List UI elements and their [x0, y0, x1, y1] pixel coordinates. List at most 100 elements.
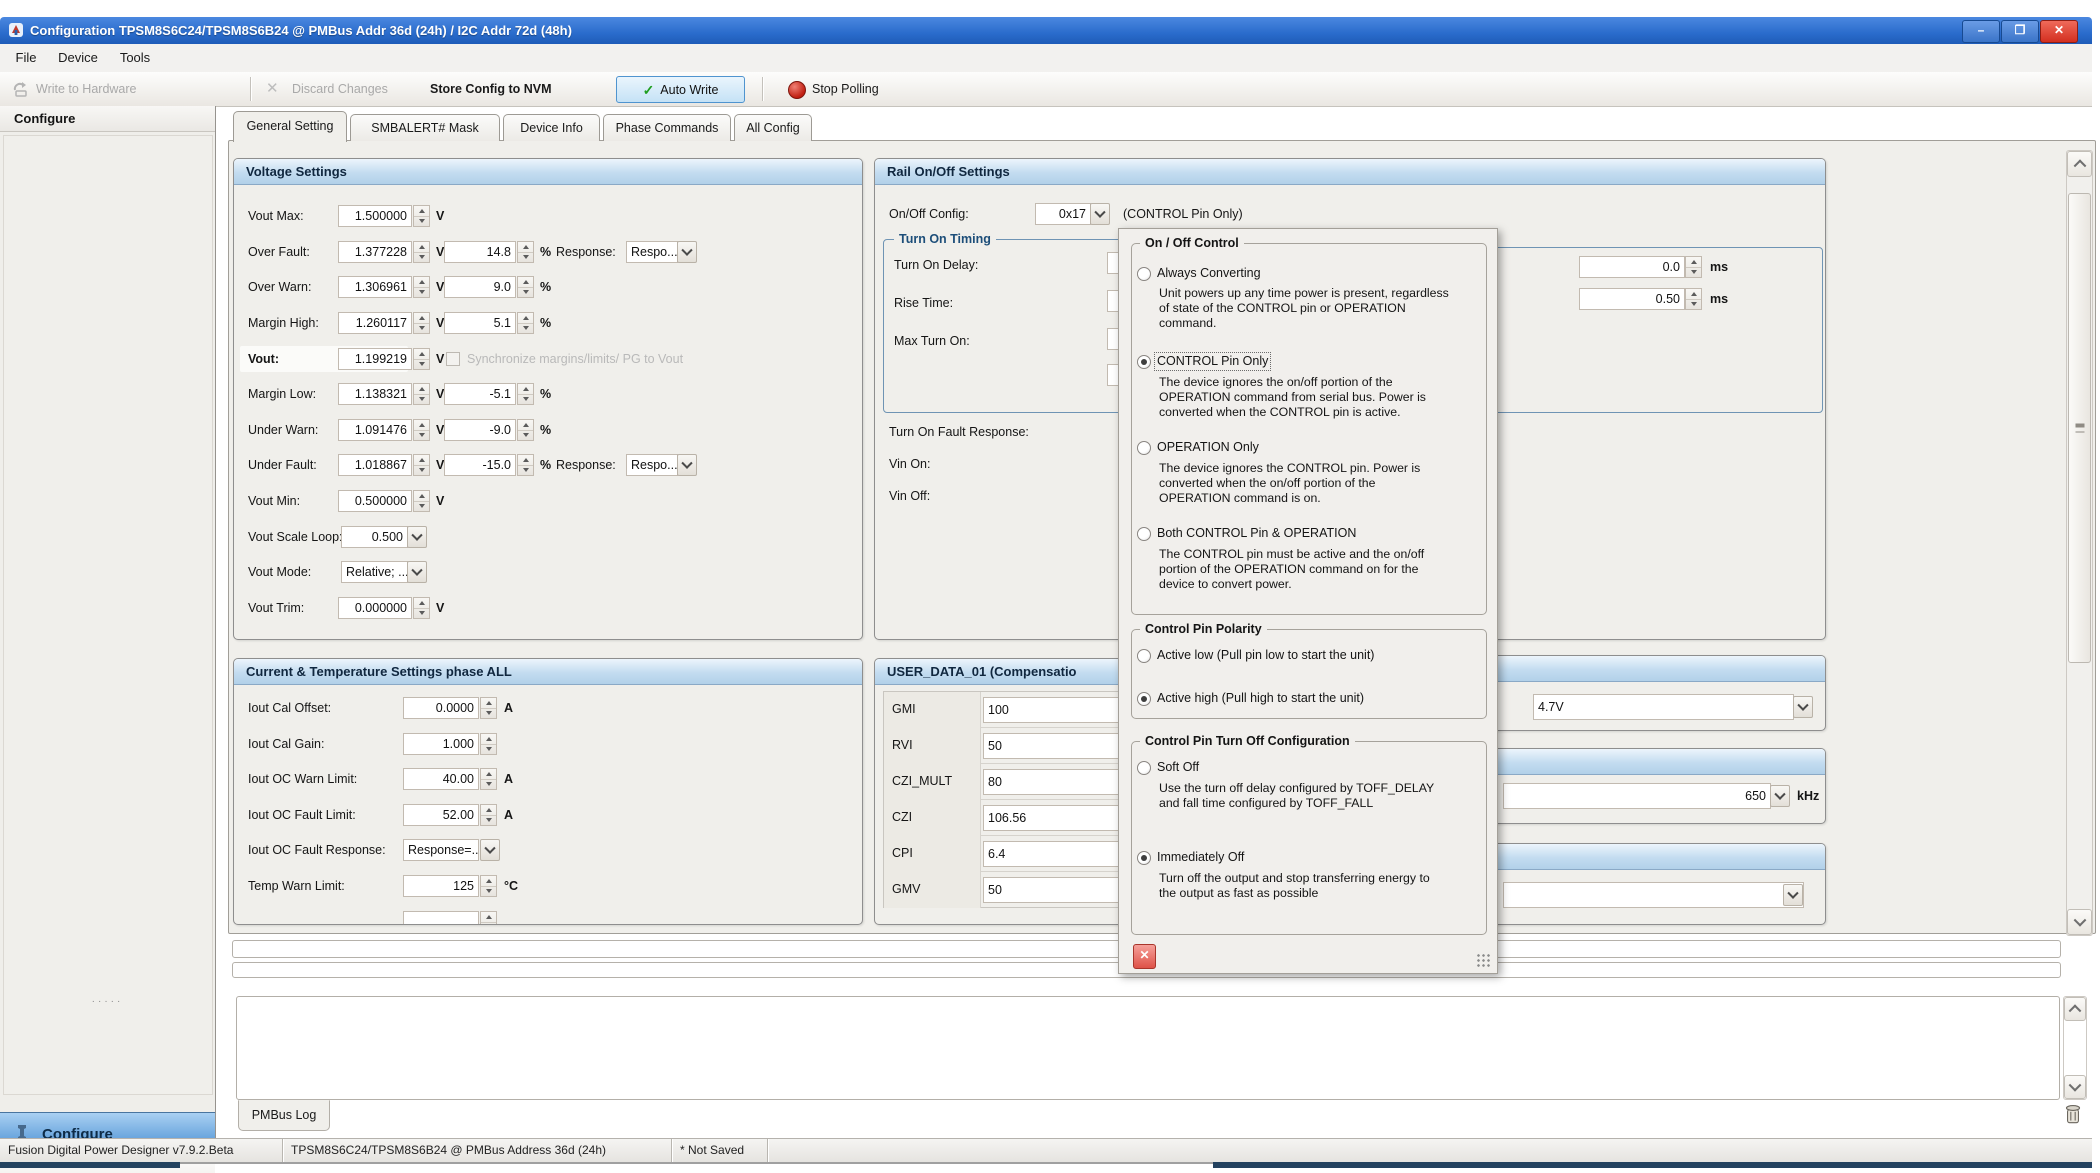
- dropdown-button[interactable]: [1783, 884, 1803, 906]
- under-fault-input[interactable]: 1.018867: [338, 454, 412, 476]
- spinner[interactable]: [413, 490, 430, 512]
- iout-cal-gain-input[interactable]: 1.000: [403, 733, 479, 755]
- log-scrollbar[interactable]: [2063, 996, 2087, 1100]
- iout-oc-fault-limit-input[interactable]: 52.00: [403, 804, 479, 826]
- scroll-up-button[interactable]: [2067, 151, 2092, 177]
- spinner[interactable]: [517, 312, 534, 334]
- radio-active-low[interactable]: [1137, 649, 1151, 663]
- iout-oc-fault-response-combo[interactable]: Response=...: [403, 839, 479, 861]
- store-config-to-nvm-button[interactable]: Store Config to NVM: [430, 72, 552, 106]
- vout-min-input[interactable]: 0.500000: [338, 490, 412, 512]
- pmbus-log-output[interactable]: [236, 996, 2060, 1100]
- vout-trim-input[interactable]: 0.000000: [338, 597, 412, 619]
- menu-device[interactable]: Device: [50, 44, 106, 72]
- option-label[interactable]: Immediately Off: [1157, 849, 1244, 866]
- spinner[interactable]: [480, 733, 497, 755]
- popup-close-button[interactable]: ✕: [1133, 944, 1156, 969]
- vin-combo[interactable]: 4.7V: [1533, 694, 1794, 720]
- dropdown-button[interactable]: [407, 526, 427, 548]
- spinner[interactable]: [517, 241, 534, 263]
- scroll-up-button[interactable]: [2064, 997, 2086, 1021]
- temp-warn-limit-input[interactable]: 125: [403, 875, 479, 897]
- spinner[interactable]: [480, 911, 497, 925]
- auto-write-button[interactable]: ✓ Auto Write: [616, 76, 745, 103]
- scroll-down-button[interactable]: [2067, 909, 2092, 935]
- radio-both-control-operation[interactable]: [1137, 527, 1151, 541]
- tab-device-info[interactable]: Device Info: [503, 114, 600, 141]
- spinner[interactable]: [517, 383, 534, 405]
- dropdown-button[interactable]: [407, 561, 427, 583]
- dropdown-button[interactable]: [480, 839, 500, 861]
- vout-mode-combo[interactable]: Relative; ...: [341, 561, 408, 583]
- spinner[interactable]: [517, 419, 534, 441]
- spinner[interactable]: [413, 454, 430, 476]
- menu-file[interactable]: File: [8, 44, 44, 72]
- spinner[interactable]: [413, 276, 430, 298]
- iout-cal-offset-input[interactable]: 0.0000: [403, 697, 479, 719]
- option-label[interactable]: Active high (Pull high to start the unit…: [1157, 690, 1364, 707]
- option-label[interactable]: Active low (Pull pin low to start the un…: [1157, 647, 1374, 664]
- under-fault-response-combo[interactable]: Respo...: [626, 454, 678, 476]
- stop-polling-button[interactable]: Stop Polling: [812, 72, 879, 106]
- spinner[interactable]: [480, 697, 497, 719]
- spinner[interactable]: [413, 383, 430, 405]
- turn-off-delay-input[interactable]: 0.0: [1579, 256, 1685, 278]
- menu-tools[interactable]: Tools: [112, 44, 158, 72]
- option-label[interactable]: Both CONTROL Pin & OPERATION: [1157, 525, 1356, 542]
- dropdown-button[interactable]: [677, 454, 697, 476]
- radio-immediately-off[interactable]: [1137, 851, 1151, 865]
- spinner[interactable]: [413, 597, 430, 619]
- over-warn-input[interactable]: 1.306961: [338, 276, 412, 298]
- clipped-input[interactable]: [403, 911, 479, 925]
- margin-high-pct-input[interactable]: 5.1: [444, 312, 516, 334]
- over-fault-pct-input[interactable]: 14.8: [444, 241, 516, 263]
- maximize-button[interactable]: ❐: [2001, 20, 2039, 43]
- radio-active-high[interactable]: [1137, 692, 1151, 706]
- main-scrollbar[interactable]: [2066, 150, 2093, 936]
- over-fault-response-combo[interactable]: Respo...: [626, 241, 678, 263]
- hidden-combo[interactable]: [1503, 882, 1804, 908]
- clear-log-trash-icon[interactable]: [2062, 1102, 2084, 1131]
- spinner[interactable]: [517, 276, 534, 298]
- dropdown-button[interactable]: [1770, 785, 1790, 807]
- tab-general-setting[interactable]: General Setting: [233, 111, 347, 142]
- spinner[interactable]: [413, 312, 430, 334]
- onoff-config-combo[interactable]: 0x17: [1035, 203, 1091, 225]
- radio-control-pin-only[interactable]: [1137, 355, 1151, 369]
- spinner[interactable]: [1685, 288, 1702, 310]
- scroll-down-button[interactable]: [2064, 1075, 2086, 1099]
- over-warn-pct-input[interactable]: 9.0: [444, 276, 516, 298]
- under-fault-pct-input[interactable]: -15.0: [444, 454, 516, 476]
- option-label[interactable]: Soft Off: [1157, 759, 1199, 776]
- tab-all-config[interactable]: All Config: [734, 114, 812, 141]
- sidebar-splitter[interactable]: ·····: [0, 996, 215, 1007]
- spinner[interactable]: [413, 205, 430, 227]
- close-button[interactable]: ✕: [2040, 20, 2078, 43]
- radio-operation-only[interactable]: [1137, 441, 1151, 455]
- vout-input[interactable]: 1.199219: [338, 348, 412, 370]
- option-label[interactable]: OPERATION Only: [1157, 439, 1259, 456]
- tab-smbalert-mask[interactable]: SMBALERT# Mask: [350, 114, 500, 141]
- fall-time-input[interactable]: 0.50: [1579, 288, 1685, 310]
- spinner[interactable]: [517, 454, 534, 476]
- radio-always-converting[interactable]: [1137, 267, 1151, 281]
- spinner[interactable]: [413, 348, 430, 370]
- dropdown-button[interactable]: [677, 241, 697, 263]
- over-fault-input[interactable]: 1.377228: [338, 241, 412, 263]
- minimize-button[interactable]: –: [1962, 20, 2000, 43]
- spinner[interactable]: [1685, 256, 1702, 278]
- switching-frequency-combo[interactable]: 650: [1503, 783, 1771, 809]
- scrollbar-thumb[interactable]: [2068, 193, 2091, 663]
- margin-high-input[interactable]: 1.260117: [338, 312, 412, 334]
- under-warn-pct-input[interactable]: -9.0: [444, 419, 516, 441]
- sidebar-tree-panel[interactable]: [3, 135, 213, 1095]
- iout-oc-warn-limit-input[interactable]: 40.00: [403, 768, 479, 790]
- spinner[interactable]: [413, 241, 430, 263]
- vout-scale-loop-combo[interactable]: 0.500: [341, 526, 408, 548]
- spinner[interactable]: [413, 419, 430, 441]
- option-label[interactable]: CONTROL Pin Only: [1155, 353, 1270, 370]
- dropdown-button[interactable]: [1090, 203, 1110, 225]
- margin-low-input[interactable]: 1.138321: [338, 383, 412, 405]
- popup-resize-grip[interactable]: [1476, 953, 1491, 967]
- dropdown-button[interactable]: [1793, 696, 1813, 718]
